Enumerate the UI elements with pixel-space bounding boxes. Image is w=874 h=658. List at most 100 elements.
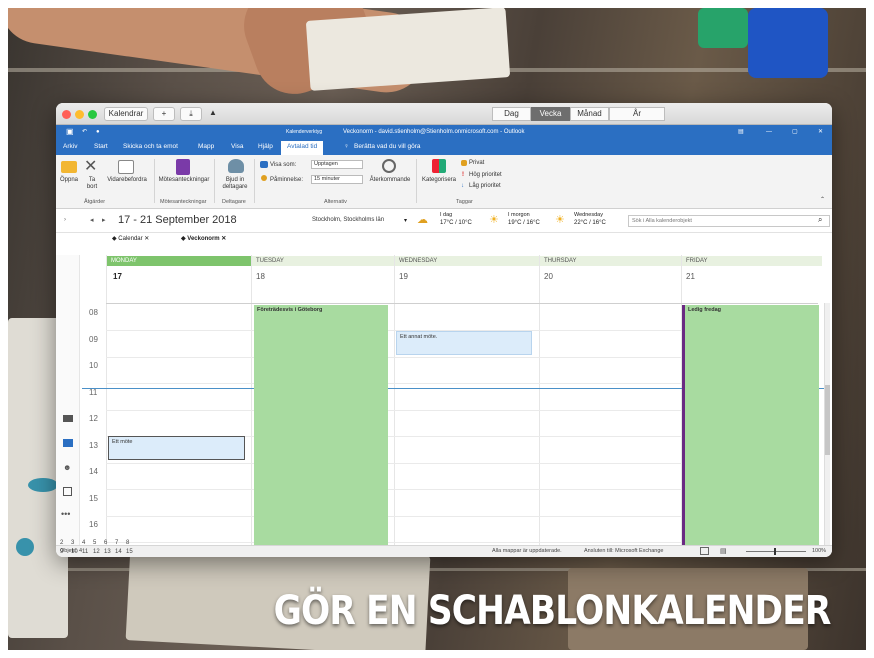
collapse-ribbon-icon[interactable]: ⌃ (820, 197, 825, 204)
day-column-wednesday[interactable] (394, 255, 539, 545)
delete-icon[interactable]: ✕ (84, 159, 100, 175)
reading-view-icon[interactable]: ▤ (720, 547, 727, 555)
categorize-button[interactable]: Kategorisera (418, 177, 460, 184)
mini-calendar-day[interactable]: 8 (126, 540, 129, 546)
private-button[interactable]: Privat (469, 160, 484, 167)
search-icon[interactable]: ⌕ (818, 215, 822, 225)
ribbon-toggle-icon[interactable]: ▤ (738, 125, 744, 139)
add-icon[interactable]: + (153, 107, 175, 121)
day-header-wednesday: WEDNESDAY (395, 256, 539, 266)
expand-pane-icon[interactable]: › (64, 217, 66, 223)
day-number-thursday: 20 (544, 272, 553, 281)
day-column-thursday[interactable] (539, 255, 681, 545)
minimize-icon[interactable]: — (766, 125, 772, 139)
view-month[interactable]: Månad (570, 107, 609, 121)
tasks-icon[interactable] (63, 487, 72, 496)
user-icon[interactable]: ● (96, 125, 100, 139)
save-icon[interactable]: ▣ (66, 125, 74, 139)
tell-me-input[interactable]: Berätta vad du vill göra (354, 143, 420, 150)
mini-calendar-day[interactable]: 15 (126, 549, 133, 555)
minimize-dot[interactable] (75, 110, 84, 119)
mini-calendar-day[interactable]: 14 (115, 549, 122, 555)
zoom-dot[interactable] (88, 110, 97, 119)
menu-send-receive[interactable]: Skicka och ta emot (123, 143, 178, 150)
menu-appointment[interactable]: Avtalad tid (281, 141, 324, 155)
recurrence-button[interactable]: Återkommande (366, 177, 414, 184)
menu-view[interactable]: Visa (231, 143, 244, 150)
mini-calendar-day[interactable]: 5 (93, 540, 96, 546)
tab-calendar[interactable]: ◆ Calendar ✕ (112, 235, 149, 242)
recurrence-icon[interactable] (382, 159, 396, 173)
open-button[interactable]: Öppna (58, 177, 80, 184)
event-monday[interactable]: Ett möte (108, 436, 245, 460)
outlook-window: Kalendrar + ⤓ ▲ Dag Vecka Månad År ▣ ↶ ●… (56, 103, 832, 557)
mini-calendar-day[interactable]: 11 (82, 549, 88, 555)
scroll-thumb[interactable] (825, 385, 830, 455)
calendars-button[interactable]: Kalendrar (104, 107, 148, 121)
mini-calendar-day[interactable]: 12 (93, 549, 100, 555)
menu-folder[interactable]: Mapp (198, 143, 214, 150)
group-notes: Mötesanteckningar (160, 199, 207, 205)
view-week[interactable]: Vecka (531, 107, 570, 121)
location-dropdown-icon[interactable]: ▾ (404, 217, 407, 224)
restore-icon[interactable]: ▢ (792, 125, 798, 139)
people-icon[interactable] (228, 159, 244, 173)
location[interactable]: Stockholm, Stockholms län (312, 217, 384, 223)
day-header-thursday: THURSDAY (540, 256, 681, 266)
forward-icon[interactable] (118, 160, 134, 174)
invite-button[interactable]: Bjud in deltagare (218, 177, 252, 191)
people-nav-icon[interactable]: ☻ (63, 463, 71, 472)
delete-button[interactable]: Ta bort (83, 177, 101, 191)
close-dot[interactable] (62, 110, 71, 119)
hour-label: 15 (89, 493, 98, 503)
undo-icon[interactable]: ↶ (82, 125, 87, 139)
show-as-select[interactable]: Upptagen (311, 160, 363, 169)
more-icon[interactable]: ••• (61, 509, 70, 519)
group-attendees: Deltagare (222, 199, 246, 205)
event-tuesday[interactable]: Företrädesvis i Göteborg (254, 305, 388, 545)
close-icon[interactable]: ✕ (818, 125, 823, 139)
mail-icon[interactable] (63, 415, 73, 422)
meeting-notes-button[interactable]: Mötesanteckningar (156, 177, 212, 184)
mini-calendar-day[interactable]: 4 (82, 540, 85, 546)
day-header-monday: MONDAY (107, 256, 251, 266)
calendar-icon[interactable] (63, 439, 73, 447)
mini-calendar-day[interactable]: 13 (104, 549, 111, 555)
mini-calendar-day[interactable]: 2 (60, 540, 63, 546)
download-icon[interactable]: ⤓ (180, 107, 202, 121)
onenote-icon[interactable] (176, 159, 190, 175)
group-tags: Taggar (456, 199, 473, 205)
date-range: 17 - 21 September 2018 (118, 214, 237, 226)
mini-calendar-day[interactable]: 3 (71, 540, 74, 546)
weather-today-day: I dag (440, 212, 453, 218)
arrow-down-icon: ↓ (461, 183, 464, 189)
window-title: Veckonorm - david.stienholm@Stienholm.on… (343, 129, 525, 135)
warning-icon[interactable]: ▲ (206, 107, 220, 121)
prev-week-icon[interactable]: ◂ (90, 216, 94, 224)
day-column-monday[interactable] (106, 255, 251, 545)
tab-veckonorm[interactable]: ◆ Veckonorm ✕ (181, 235, 226, 242)
folder-open-icon[interactable] (61, 161, 77, 173)
view-year[interactable]: År (609, 107, 665, 121)
day-number-wednesday: 19 (399, 272, 408, 281)
mini-calendar-day[interactable]: 6 (104, 540, 107, 546)
zoom-thumb[interactable] (774, 548, 776, 555)
menu-file[interactable]: Arkiv (63, 143, 77, 150)
zoom-slider[interactable] (746, 551, 806, 552)
next-week-icon[interactable]: ▸ (102, 216, 106, 224)
mini-calendar-day[interactable]: 9 (60, 549, 63, 555)
forward-button[interactable]: Vidarebefordra (103, 177, 151, 184)
mini-calendar-day[interactable]: 10 (71, 549, 78, 555)
view-day[interactable]: Dag (492, 107, 531, 121)
low-priority-button[interactable]: Låg prioritet (469, 183, 501, 190)
menu-start[interactable]: Start (94, 143, 108, 150)
high-priority-button[interactable]: Hög prioritet (469, 172, 502, 179)
normal-view-icon[interactable] (700, 547, 709, 555)
event-wednesday[interactable]: Ett annat möte. (396, 331, 532, 355)
event-friday[interactable]: Ledig fredag (685, 305, 819, 545)
mini-calendar-day[interactable]: 7 (115, 540, 118, 546)
menu-help[interactable]: Hjälp (258, 143, 273, 150)
reminder-select[interactable]: 15 minuter (311, 175, 363, 184)
categorize-icon[interactable] (432, 159, 446, 173)
search-input[interactable]: Sök i Alla kalenderobjekt (628, 215, 830, 227)
